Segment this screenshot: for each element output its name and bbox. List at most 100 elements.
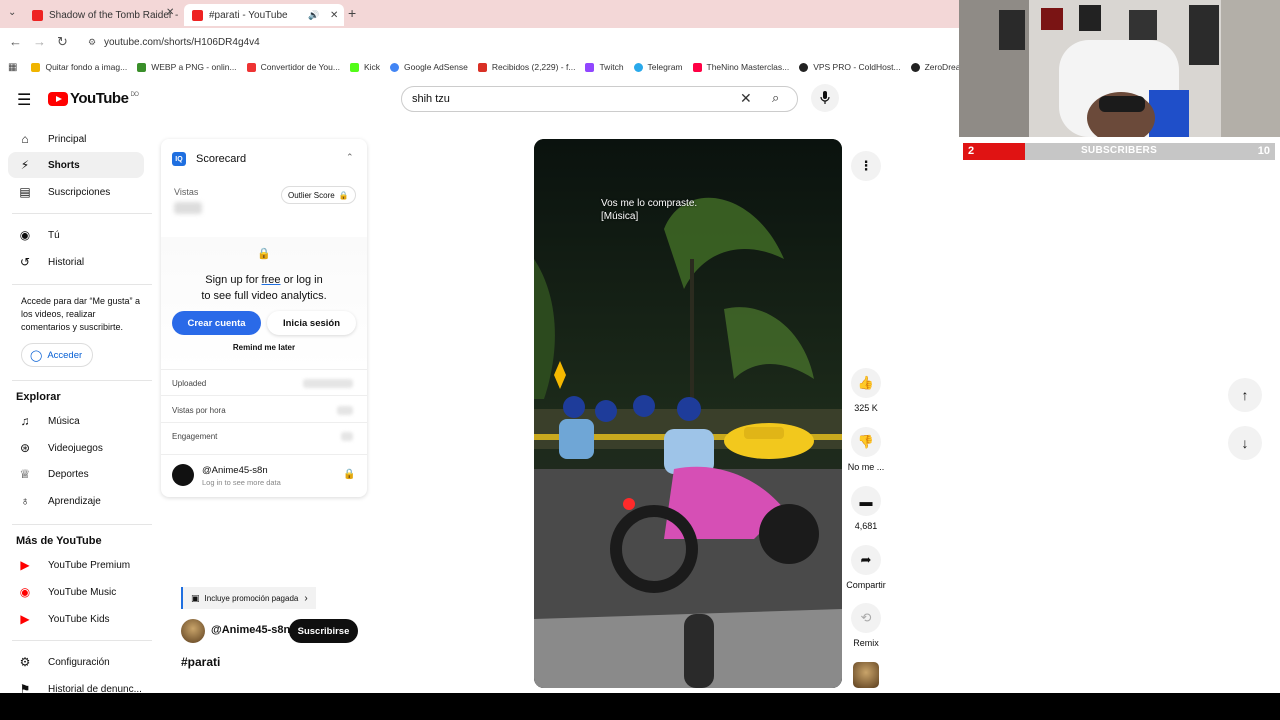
sidebar: ⌂ Principal ⚡ Shorts ▤ Suscripciones ◉ T…: [0, 120, 155, 693]
signin-button[interactable]: ◯ Acceder: [21, 343, 94, 367]
sidebar-item-aprendizaje[interactable]: ♁ Aprendizaje: [8, 488, 144, 514]
browser-tab-bar: ⌄ Shadow of the Tomb Raider - P ✕ #parat…: [0, 0, 960, 28]
bookmark-item[interactable]: Quitar fondo a imag...: [31, 62, 127, 72]
bookmark-item[interactable]: TheNino Masterclas...: [692, 62, 789, 72]
tab-list-chevron-icon[interactable]: ⌄: [8, 7, 16, 18]
sidebar-item-videojuegos[interactable]: ⊛ Videojuegos: [8, 435, 144, 461]
bookmark-item[interactable]: Google AdSense: [390, 62, 468, 72]
dislike-button[interactable]: 👎 No me ...: [844, 427, 888, 472]
sidebar-item-label: Suscripciones: [48, 186, 111, 198]
divider: [12, 524, 152, 525]
subscriber-goal-bar: 2 SUBSCRIBERS 10: [963, 143, 1275, 160]
comments-button[interactable]: ▬ 4,681: [844, 486, 888, 531]
sidebar-item-historial-denuncias[interactable]: ⚑ Historial de denunc...: [8, 676, 144, 693]
apps-grid-icon[interactable]: ▦: [8, 62, 17, 73]
short-title[interactable]: #parati: [181, 655, 220, 669]
bookmark-item[interactable]: VPS PRO - ColdHost...: [799, 62, 901, 72]
sidebar-item-label: Principal: [48, 133, 87, 145]
new-tab-icon[interactable]: +: [348, 5, 356, 21]
bookmark-item[interactable]: Twitch: [585, 62, 624, 72]
youtube-logo[interactable]: YouTube DO: [48, 90, 139, 107]
sidebar-item-musica[interactable]: ♫ Música: [8, 408, 144, 434]
speaker-icon[interactable]: 🔊: [308, 10, 319, 21]
sidebar-item-youtube-kids[interactable]: ▶ YouTube Kids: [8, 606, 144, 632]
bookmark-item[interactable]: Recibidos (2,229) - f...: [477, 62, 575, 72]
voice-search-button[interactable]: [811, 84, 839, 112]
sidebar-item-label: YouTube Music: [48, 586, 117, 598]
hamburger-menu-icon[interactable]: ☰: [17, 90, 31, 110]
reload-icon[interactable]: ↻: [57, 34, 68, 50]
remix-button[interactable]: ⟲ Remix: [844, 603, 888, 648]
clear-search-icon[interactable]: ✕: [740, 90, 752, 107]
address-bar[interactable]: ⚙ youtube.com/shorts/H106DR4g4v4: [82, 31, 952, 53]
remind-later-button[interactable]: Remind me later: [161, 343, 367, 352]
site-info-icon[interactable]: ⚙: [88, 37, 96, 48]
bookmark-item[interactable]: Convertidor de You...: [246, 62, 340, 72]
sidebar-item-deportes[interactable]: ♕ Deportes: [8, 461, 144, 487]
outlier-score-badge[interactable]: Outlier Score 🔒: [281, 186, 356, 204]
signup-free-link[interactable]: free: [262, 274, 281, 286]
scorecard-channel-sub: Log in to see more data: [202, 478, 281, 487]
close-tab-icon[interactable]: ✕: [166, 7, 174, 18]
search-input[interactable]: shih tzu ✕ ⌕: [401, 86, 798, 112]
bookmark-item[interactable]: Telegram: [633, 62, 683, 72]
more-options-icon[interactable]: ⋮: [851, 151, 881, 181]
sidebar-item-youtube-premium[interactable]: ▶ YouTube Premium: [8, 552, 144, 578]
previous-short-button[interactable]: ↑: [1228, 378, 1262, 412]
divider: [12, 284, 152, 285]
back-icon[interactable]: ←: [9, 34, 22, 49]
bookmark-item[interactable]: Kick: [349, 62, 380, 72]
sidebar-item-principal[interactable]: ⌂ Principal: [8, 126, 144, 152]
bookmark-item[interactable]: ZeroDream Mod: [910, 62, 960, 72]
webcam-feed: [959, 0, 1280, 137]
signup-text: to see full video analytics.: [201, 290, 327, 302]
views-per-hour-blurred: [337, 406, 353, 415]
close-tab-icon[interactable]: ✕: [330, 10, 338, 21]
sound-thumbnail[interactable]: [853, 662, 879, 688]
outlier-label: Outlier Score: [288, 190, 335, 200]
gaming-icon: ⊛: [19, 441, 31, 455]
vidiq-icon: IQ: [172, 152, 186, 166]
forward-icon[interactable]: →: [33, 34, 46, 49]
bookmark-label: VPS PRO - ColdHost...: [813, 62, 901, 72]
channel-avatar[interactable]: [181, 619, 205, 643]
youtube-favicon-icon: [192, 9, 203, 21]
search-value: shih tzu: [412, 93, 450, 105]
tab-parati[interactable]: #parati - YouTube 🔊 ✕: [184, 4, 344, 26]
sidebar-item-tu[interactable]: ◉ Tú: [8, 222, 144, 248]
create-account-button[interactable]: Crear cuenta: [172, 311, 261, 335]
bookmark-item[interactable]: WEBP a PNG - onlin...: [137, 62, 237, 72]
short-video-player[interactable]: Vos me lo compraste. [Música]: [534, 139, 842, 688]
scorecard-channel-name: @Anime45-s8n: [202, 465, 268, 476]
like-button[interactable]: 👍 325 K: [844, 368, 888, 413]
sidebar-item-youtube-music[interactable]: ◉ YouTube Music: [8, 579, 144, 605]
next-short-button[interactable]: ↓: [1228, 426, 1262, 460]
sidebar-item-configuracion[interactable]: ⚙ Configuración: [8, 649, 144, 675]
shorts-icon: ⚡: [20, 158, 30, 172]
sidebar-item-label: Historial: [48, 256, 85, 268]
subscribe-button[interactable]: Suscribirse: [289, 619, 358, 643]
sidebar-item-historial[interactable]: ↺ Historial: [8, 249, 144, 275]
history-icon: ↺: [19, 255, 31, 269]
sidebar-item-label: Configuración: [48, 656, 110, 668]
share-button[interactable]: ➦ Compartir: [844, 545, 888, 590]
channel-name[interactable]: @Anime45-s8n: [211, 624, 290, 636]
comment-icon: ▬: [851, 486, 881, 516]
share-icon: ➦: [851, 545, 881, 575]
collapse-icon[interactable]: ⌃: [346, 152, 354, 163]
paid-promotion-badge[interactable]: ▣ Incluye promoción pagada ›: [181, 587, 316, 609]
login-button[interactable]: Inicia sesión: [267, 311, 356, 335]
youtube-play-icon: [48, 91, 68, 106]
tab-tomb-raider[interactable]: Shadow of the Tomb Raider - P: [24, 4, 180, 26]
uploaded-value-blurred: [303, 379, 353, 388]
thumbs-down-icon: 👎: [851, 427, 881, 457]
sidebar-item-shorts[interactable]: ⚡ Shorts: [8, 152, 144, 178]
sidebar-item-suscripciones[interactable]: ▤ Suscripciones: [8, 179, 144, 205]
arrow-up-icon: ↑: [1241, 387, 1249, 403]
views-value-blurred: [174, 202, 202, 214]
tab-title: #parati - YouTube: [209, 9, 288, 21]
webcam-image: [959, 0, 1280, 137]
caption-line: Vos me lo compraste.: [601, 198, 698, 209]
divider: [161, 395, 367, 396]
search-icon[interactable]: ⌕: [772, 90, 779, 106]
